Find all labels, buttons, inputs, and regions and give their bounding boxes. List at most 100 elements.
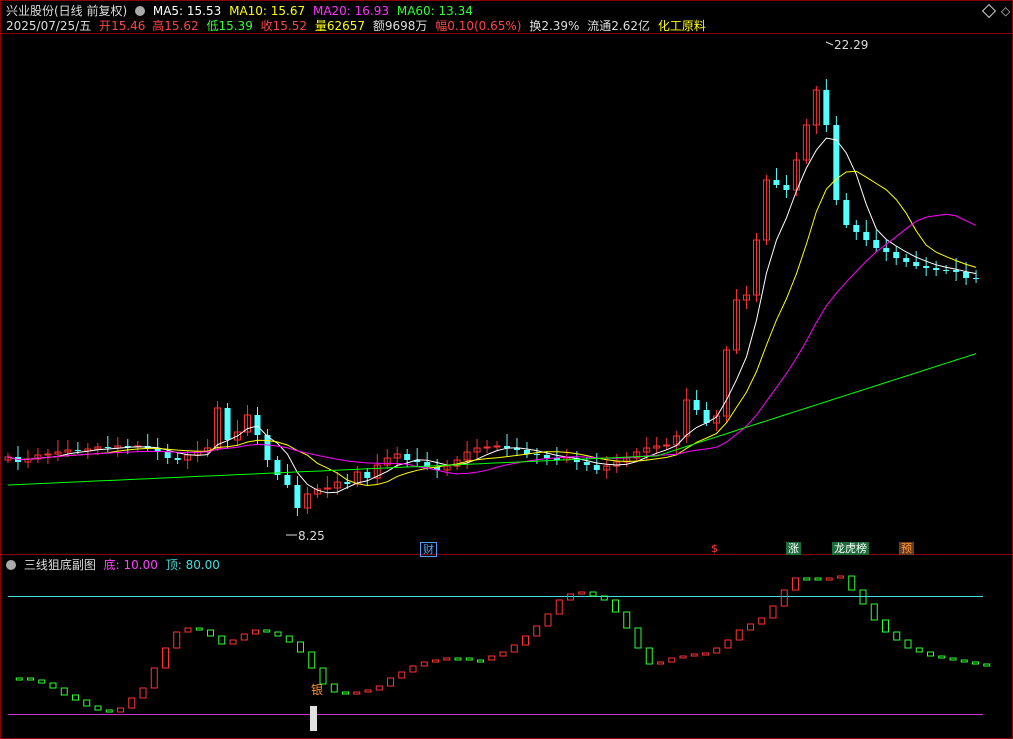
candle-body xyxy=(873,240,880,248)
kline-chart[interactable] xyxy=(0,0,1013,739)
oscillator-block xyxy=(690,653,698,657)
oscillator-block xyxy=(803,577,811,581)
ma10-line xyxy=(7,170,977,487)
oscillator-block xyxy=(780,589,788,607)
oscillator-block xyxy=(252,629,259,635)
oscillator-block xyxy=(724,639,732,649)
event-badge-dragon-tiger[interactable]: 龙虎榜 xyxy=(832,542,869,555)
oscillator-block xyxy=(555,599,563,615)
candle-body xyxy=(853,225,860,232)
candle-body xyxy=(663,444,671,447)
candle-body xyxy=(823,90,830,125)
oscillator-block xyxy=(758,617,766,625)
oscillator-block xyxy=(398,671,406,679)
candle-body xyxy=(264,435,271,460)
candle-body xyxy=(224,408,231,440)
candle-body xyxy=(104,447,111,448)
oscillator-block xyxy=(49,682,57,689)
ma5-line xyxy=(7,137,977,494)
event-badge-forecast[interactable]: 预 xyxy=(899,542,914,555)
ma20-line xyxy=(7,213,977,475)
sub-header: 三线狙底副图 底: 10.00 顶: 80.00 xyxy=(6,558,224,572)
sub-top-label: 顶: 80.00 xyxy=(165,558,220,572)
ma20-label: MA20: 16.93 xyxy=(312,4,390,18)
oscillator-block xyxy=(848,575,856,591)
oscillator-block xyxy=(870,603,878,621)
candle-body xyxy=(284,475,291,485)
event-badge-limit-up[interactable]: 涨 xyxy=(786,542,801,555)
event-badge-financial[interactable]: 财 xyxy=(420,542,437,557)
oscillator-block xyxy=(420,661,428,667)
settings-icon[interactable] xyxy=(135,6,146,16)
oscillator-block xyxy=(229,639,237,645)
stock-title[interactable]: 兴业股份(日线 前复权) xyxy=(6,4,127,18)
candle-body xyxy=(863,232,870,240)
oscillator-block xyxy=(960,659,968,663)
oscillator-block xyxy=(195,627,203,631)
oscillator-block xyxy=(949,657,957,661)
oscillator-block xyxy=(713,647,721,654)
candle-body xyxy=(294,485,301,508)
oscillator-block xyxy=(904,639,912,649)
oscillator-block xyxy=(117,707,124,713)
oscillator-block xyxy=(94,705,102,711)
oscillator-block xyxy=(409,665,417,673)
silver-marker: 银 xyxy=(311,683,324,697)
candle-body xyxy=(344,482,351,484)
oscillator-block xyxy=(634,627,642,649)
ma60-line xyxy=(7,353,977,486)
candle-body xyxy=(883,248,890,252)
oscillator-block xyxy=(173,631,181,649)
oscillator-block xyxy=(72,694,79,701)
chart-frame xyxy=(0,0,1013,739)
oscillator-block xyxy=(589,591,597,597)
oscillator-block xyxy=(432,659,439,663)
open-label: 开 xyxy=(99,19,112,33)
oscillator-block xyxy=(983,663,991,667)
oscillator-block xyxy=(240,633,248,641)
oscillator-block xyxy=(297,641,304,653)
oscillator-block xyxy=(263,629,271,633)
oscillator-block xyxy=(825,577,833,581)
change-value: 0.10(0.65%) xyxy=(447,19,522,33)
sub-settings-icon[interactable] xyxy=(6,560,16,570)
oscillator-block xyxy=(330,683,338,693)
oscillator-block xyxy=(105,709,113,713)
oscillator-block xyxy=(612,599,619,613)
oscillator-block xyxy=(533,625,541,637)
candle-body xyxy=(543,455,550,458)
oscillator-block xyxy=(938,655,946,659)
high-label: 高 xyxy=(152,19,165,33)
sub-chart-title[interactable]: 三线狙底副图 xyxy=(24,558,96,572)
low-price-marker: 8.25 xyxy=(298,529,325,543)
candle-body xyxy=(593,465,600,470)
oscillator-block xyxy=(465,657,473,661)
oscillator-block xyxy=(702,652,709,656)
oscillator-block xyxy=(747,623,754,631)
event-badge-dollar[interactable]: $ xyxy=(709,542,720,555)
collapse-icon[interactable]: ◇ xyxy=(1001,4,1010,18)
candle-body xyxy=(404,454,411,460)
oscillator-block xyxy=(274,631,282,637)
oscillator-block xyxy=(60,687,68,696)
volume-label: 量 xyxy=(314,19,327,33)
oscillator-block xyxy=(285,635,293,643)
header-row-2: 2025/07/25/五 开15.46 高15.62 低15.39 收15.52… xyxy=(6,19,710,33)
low-label: 低 xyxy=(206,19,219,33)
oscillator-block xyxy=(510,644,518,653)
oscillator-block xyxy=(837,575,844,579)
sector-link[interactable]: 化工原料 xyxy=(658,19,706,33)
oscillator-block xyxy=(735,629,743,641)
candle-body xyxy=(483,446,491,449)
oscillator-block xyxy=(893,631,901,641)
candle-body xyxy=(533,454,540,455)
volume-value: 62657 xyxy=(326,19,366,33)
oscillator-block xyxy=(308,651,316,669)
candle-body xyxy=(364,472,371,478)
oscillator-block xyxy=(387,677,394,687)
candle-body xyxy=(963,272,970,278)
oscillator-block xyxy=(15,677,23,681)
candle-body xyxy=(833,125,840,200)
oscillator-block xyxy=(578,591,586,595)
oscillator-block xyxy=(364,689,372,693)
